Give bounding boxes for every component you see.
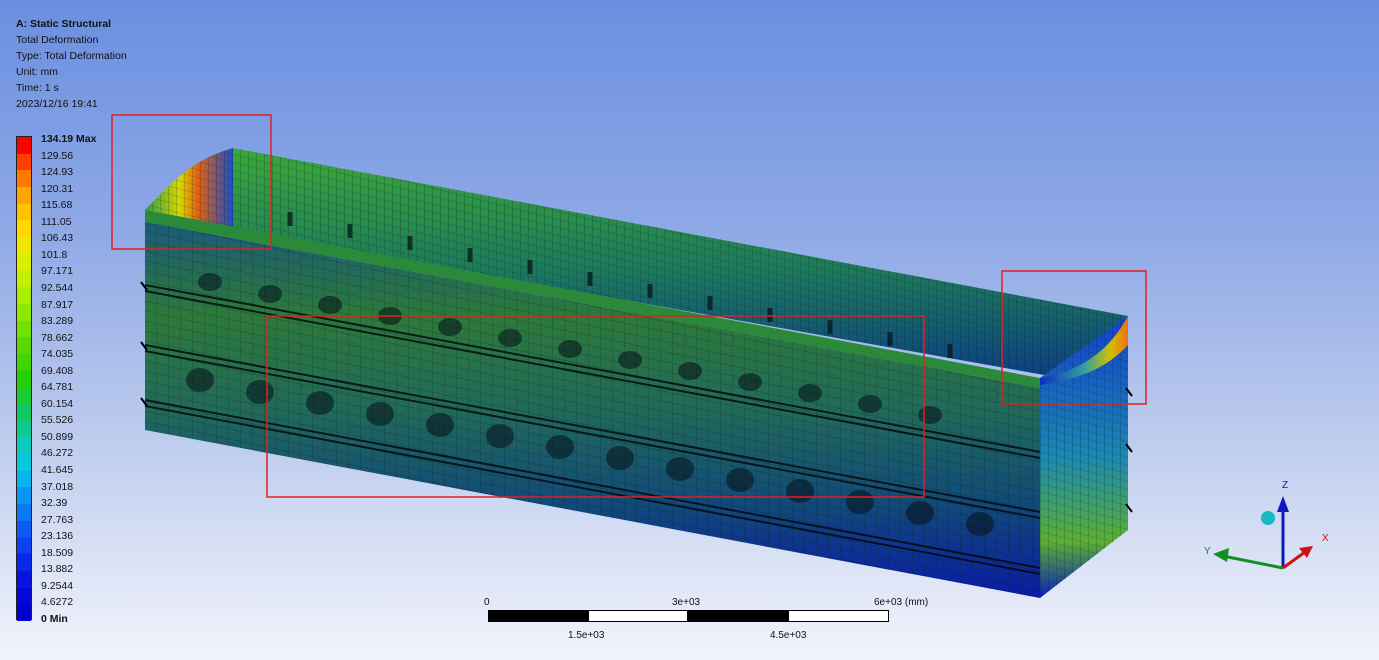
legend-color-band (17, 220, 31, 238)
legend-label: 92.544 (41, 281, 74, 294)
legend-label: 129.56 (41, 149, 74, 162)
legend-label: 41.645 (41, 464, 74, 476)
legend-label: 97.171 (41, 265, 74, 278)
legend-color-band (17, 370, 31, 388)
legend-label: 9.2544 (41, 579, 74, 592)
legend-label: 64.781 (41, 381, 74, 394)
legend-color-band (17, 454, 31, 471)
legend-label: 83.289 (41, 315, 74, 328)
analysis-title: A: Static Structural (16, 18, 112, 30)
legend-label: 124.93 (41, 166, 74, 179)
legend-color-band (17, 420, 31, 438)
legend-color-band (17, 170, 31, 188)
scale-label-6e3: 6e+03 (mm) (874, 597, 929, 608)
scale-segment (788, 610, 889, 622)
scale-label-4.5e3: 4.5e+03 (770, 630, 807, 641)
result-unit: Unit: mm (16, 66, 58, 78)
legend-color-band (17, 353, 31, 371)
legend-color-band (17, 554, 31, 571)
legend-color-band (17, 187, 31, 204)
legend-label: 111.05 (41, 215, 72, 228)
scale-bar: 0 3e+03 6e+03 (mm) 1.5e+03 4.5e+03 (480, 596, 928, 646)
result-date: 2023/12/16 19:41 (16, 98, 98, 110)
scale-label-0: 0 (484, 597, 490, 608)
triad-z-label: Z (1282, 480, 1288, 491)
legend-color-band (17, 520, 31, 538)
scale-segment (588, 610, 688, 622)
legend-color-band (17, 303, 31, 321)
legend-color-band (17, 153, 31, 171)
legend-color-band (17, 604, 31, 621)
legend-label: 101.8 (41, 248, 68, 261)
coordinate-triad[interactable]: Z Y X (1195, 470, 1345, 590)
legend-color-band (17, 537, 31, 555)
triad-x-label: X (1322, 533, 1329, 544)
legend-color-band (17, 287, 31, 304)
legend-color-band (17, 487, 31, 505)
legend-color-band (17, 203, 31, 221)
legend-color-band (17, 404, 31, 421)
legend-label: 120.31 (41, 182, 74, 195)
legend-label: 106.43 (41, 232, 74, 245)
legend-color-band (17, 320, 31, 338)
legend-color-band (17, 570, 31, 588)
legend-color-band (17, 270, 31, 288)
result-type: Type: Total Deformation (16, 50, 127, 62)
legend-color-bar (16, 136, 32, 621)
legend-label: 23.136 (41, 530, 74, 543)
legend-label: 115.68 (41, 199, 73, 212)
legend-label: 4.6272 (41, 596, 74, 609)
legend-color-band (17, 387, 31, 404)
legend-label: 134.19 Max (41, 133, 97, 145)
legend-label: 74.035 (41, 348, 74, 361)
legend-label: 50.899 (41, 430, 74, 443)
legend-color-band (17, 437, 31, 455)
scale-label-3e3: 3e+03 (672, 597, 701, 608)
legend-color-band (17, 137, 31, 154)
legend-label: 37.018 (41, 480, 74, 493)
legend-label: 46.272 (41, 447, 74, 460)
triad-y-label: Y (1204, 546, 1211, 557)
legend-label: 13.882 (41, 563, 74, 576)
legend-label: 27.763 (41, 513, 74, 526)
result-name: Total Deformation (16, 34, 99, 46)
legend-label: 87.917 (41, 298, 74, 311)
legend-color-band (17, 470, 31, 488)
legend-label: 55.526 (41, 414, 74, 427)
legend-label: 0 Min (41, 612, 68, 625)
result-header: A: Static Structural Total Deformation T… (16, 16, 127, 112)
scale-label-1.5e3: 1.5e+03 (568, 630, 605, 641)
legend-color-band (17, 587, 31, 605)
scale-segment (488, 610, 588, 622)
model-viewport[interactable] (0, 0, 1379, 660)
legend-color-band (17, 337, 31, 354)
legend-label: 18.509 (41, 546, 74, 559)
result-time: Time: 1 s (16, 82, 59, 94)
legend-color-band (17, 237, 31, 254)
legend-label: 60.154 (41, 397, 74, 410)
legend-color-band (17, 504, 31, 521)
legend-label: 78.662 (41, 331, 74, 344)
legend-label: 69.408 (41, 364, 74, 377)
legend-color-band (17, 253, 31, 271)
legend-label: 32.39 (41, 497, 68, 510)
scale-segment (688, 610, 788, 622)
